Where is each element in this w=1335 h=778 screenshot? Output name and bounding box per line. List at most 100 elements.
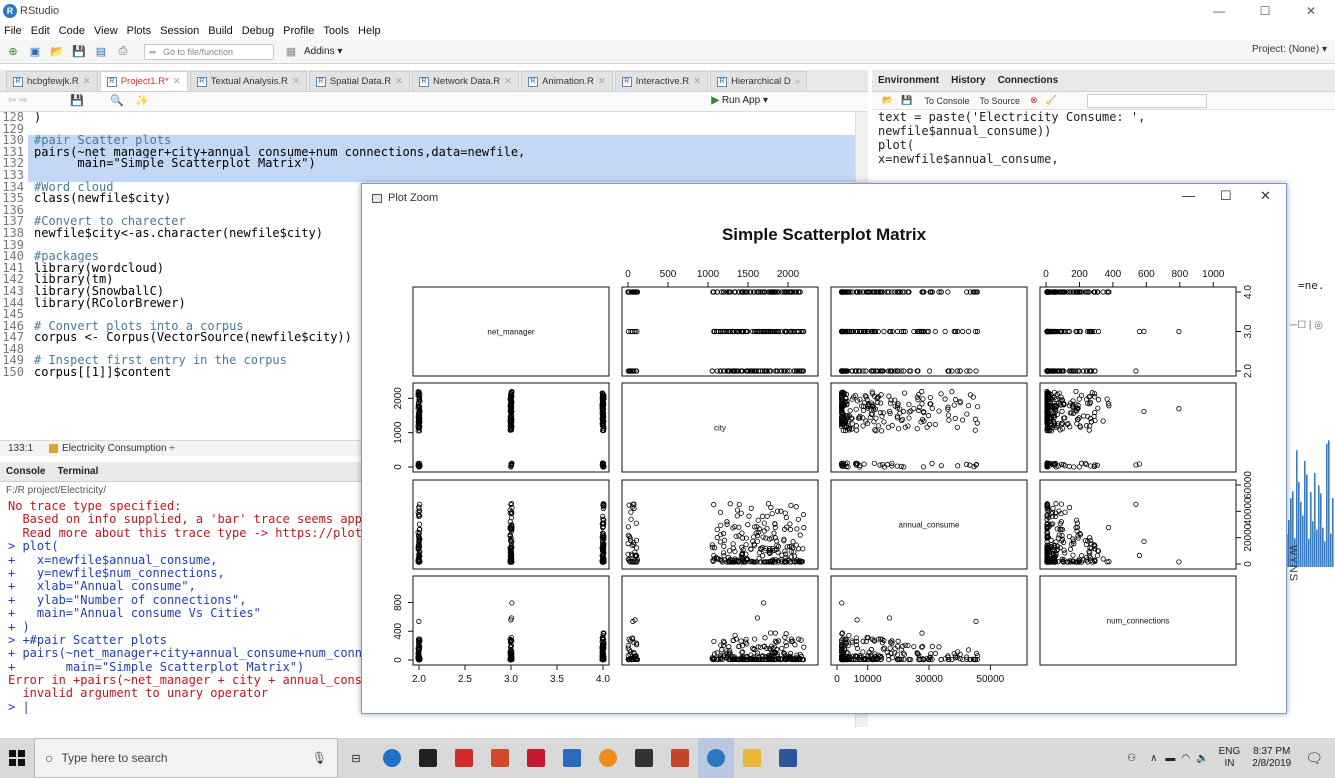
print-icon[interactable]: ⎙	[114, 44, 132, 60]
taskbar-search-input[interactable]: ○ Type here to search 🎙	[34, 738, 338, 778]
menu-tools[interactable]: Tools	[323, 25, 349, 37]
code-tools-icon[interactable]: ✨	[135, 94, 149, 107]
wifi-icon[interactable]: ◠	[1181, 753, 1190, 764]
new-project-icon[interactable]: ▣	[26, 44, 44, 60]
plot-close-button[interactable]: ✕	[1260, 188, 1271, 204]
plot-minimize-button[interactable]: —	[1182, 188, 1195, 203]
rstudio-taskbar-icon[interactable]	[698, 738, 734, 778]
windows-start-icon[interactable]	[0, 738, 34, 778]
minimize-button[interactable]: —	[1196, 0, 1242, 22]
menu-file[interactable]: File	[4, 25, 22, 37]
menu-session[interactable]: Session	[160, 25, 199, 37]
new-file-icon[interactable]: ⊕	[4, 44, 22, 60]
menu-edit[interactable]: Edit	[31, 25, 50, 37]
section-selector[interactable]: Electricity Consumption ÷	[62, 443, 175, 454]
notifications-icon[interactable]: 🗨	[1305, 750, 1323, 767]
find-replace-icon[interactable]: 🔍	[110, 94, 124, 107]
close-tab-icon[interactable]: ✕	[292, 76, 300, 87]
language-indicator[interactable]: ENG IN	[1219, 746, 1241, 770]
pane-minimize-icon[interactable]: ─☐ | ◎	[1290, 320, 1335, 336]
close-tab-icon[interactable]: ✕	[598, 76, 606, 87]
history-line[interactable]: x=newfile$annual_consume,	[872, 152, 1335, 166]
menu-plots[interactable]: Plots	[127, 25, 151, 37]
history-line[interactable]: plot(	[872, 138, 1335, 152]
save-history-icon[interactable]: 💾	[901, 95, 912, 106]
tab-terminal[interactable]: Terminal	[57, 466, 98, 477]
tab-project1[interactable]: R Project1.R* ✕	[99, 71, 188, 91]
to-source-button[interactable]: To Source	[979, 96, 1020, 106]
save-icon[interactable]: 💾	[70, 44, 88, 60]
clock[interactable]: 8:37 PM 2/8/2019	[1252, 746, 1291, 770]
mcafee-icon[interactable]	[518, 738, 554, 778]
edge-icon[interactable]	[374, 738, 410, 778]
tab-interactive[interactable]: R Interactive.R ✕	[614, 71, 709, 91]
tab-hcbgfewjk[interactable]: Rhcbgfewjk.R ✕	[6, 71, 98, 91]
history-line[interactable]: newfile$annual_consume))	[872, 124, 1335, 138]
history-line[interactable]: text = paste('Electricity Consume: ',	[872, 110, 1335, 124]
powerpoint-icon[interactable]	[662, 738, 698, 778]
scatter-point	[967, 392, 973, 398]
tab-history[interactable]: History	[951, 75, 985, 86]
close-button[interactable]: ✕	[1288, 0, 1334, 22]
close-tab-icon[interactable]: ✕	[693, 76, 701, 87]
addins-menu[interactable]: Addins ▾	[304, 46, 342, 57]
microphone-icon[interactable]: 🎙	[312, 751, 327, 765]
tab-spatial-data[interactable]: R Spatial Data.R ✕	[308, 71, 411, 91]
goto-file-input[interactable]: Go to file/function	[144, 43, 274, 60]
menu-view[interactable]: View	[94, 25, 118, 37]
volume-icon[interactable]: 🔈	[1196, 753, 1208, 764]
more-tabs-icon[interactable]: »	[795, 76, 800, 87]
word-icon[interactable]	[770, 738, 806, 778]
scatter-point	[509, 600, 515, 606]
tab-textual-analysis[interactable]: R Textual Analysis.R ✕	[189, 71, 307, 91]
scatter-point	[633, 545, 640, 551]
scatter-point	[911, 644, 917, 650]
people-icon[interactable]: ⚇	[1127, 753, 1136, 764]
plot-maximize-button[interactable]: ☐	[1220, 188, 1232, 204]
open-file-icon[interactable]: 📂	[48, 44, 66, 60]
close-tab-icon[interactable]: ✕	[395, 76, 403, 87]
terminal-icon[interactable]	[626, 738, 662, 778]
run-app-button[interactable]: ▶ Run App ▾	[711, 95, 768, 106]
remove-entry-icon[interactable]: ⊗	[1030, 95, 1038, 106]
code-line[interactable]: 132 main="Simple Scatterplot Matrix")	[0, 158, 858, 170]
code-line[interactable]: 128)	[0, 112, 858, 124]
save-file-icon[interactable]: 💾	[70, 94, 84, 107]
workspace-panes-icon[interactable]: ▦	[282, 44, 300, 60]
clear-history-icon[interactable]: 🧹	[1046, 95, 1057, 106]
app-arrow-icon[interactable]	[554, 738, 590, 778]
save-all-icon[interactable]: ▤	[92, 44, 110, 60]
file-explorer-icon[interactable]	[734, 738, 770, 778]
tab-connections[interactable]: Connections	[998, 75, 1059, 86]
tab-animation[interactable]: R Animation.R ✕	[521, 71, 613, 91]
mail-icon[interactable]	[446, 738, 482, 778]
close-tab-icon[interactable]: ✕	[83, 76, 91, 87]
to-console-button[interactable]: To Console	[924, 96, 969, 106]
firefox-icon[interactable]	[590, 738, 626, 778]
bookmark-app-icon[interactable]	[482, 738, 518, 778]
project-menu[interactable]: Project: (None) ▾	[1252, 44, 1327, 55]
tab-network-data[interactable]: R Network Data.R ✕	[412, 71, 520, 91]
history-search-input[interactable]	[1086, 93, 1207, 108]
tab-environment[interactable]: Environment	[878, 75, 939, 86]
load-history-icon[interactable]: 📂	[882, 95, 893, 106]
menu-help[interactable]: Help	[358, 25, 381, 37]
task-view-icon[interactable]: ⊟	[338, 738, 374, 778]
close-tab-icon[interactable]: ✕	[173, 76, 181, 87]
store-icon[interactable]	[410, 738, 446, 778]
back-forward-icon[interactable]: ⇦ ⇨	[8, 95, 28, 106]
show-hidden-icon[interactable]: ∧	[1150, 753, 1157, 764]
code-line[interactable]: 133	[0, 169, 858, 182]
menu-profile[interactable]: Profile	[283, 25, 314, 37]
close-tab-icon[interactable]: ✕	[504, 76, 512, 87]
menu-build[interactable]: Build	[208, 25, 232, 37]
tab-hierarchical[interactable]: R Hierarchical D»	[710, 71, 808, 91]
menu-code[interactable]: Code	[59, 25, 85, 37]
maximize-button[interactable]: ☐	[1242, 0, 1288, 22]
scatter-point	[847, 408, 853, 414]
battery-icon[interactable]: ▬	[1165, 753, 1175, 764]
tab-console[interactable]: Console	[6, 466, 45, 477]
menu-debug[interactable]: Debug	[242, 25, 274, 37]
history-list[interactable]: text = paste('Electricity Consume: ', new…	[872, 110, 1335, 190]
scatter-point	[911, 405, 917, 412]
